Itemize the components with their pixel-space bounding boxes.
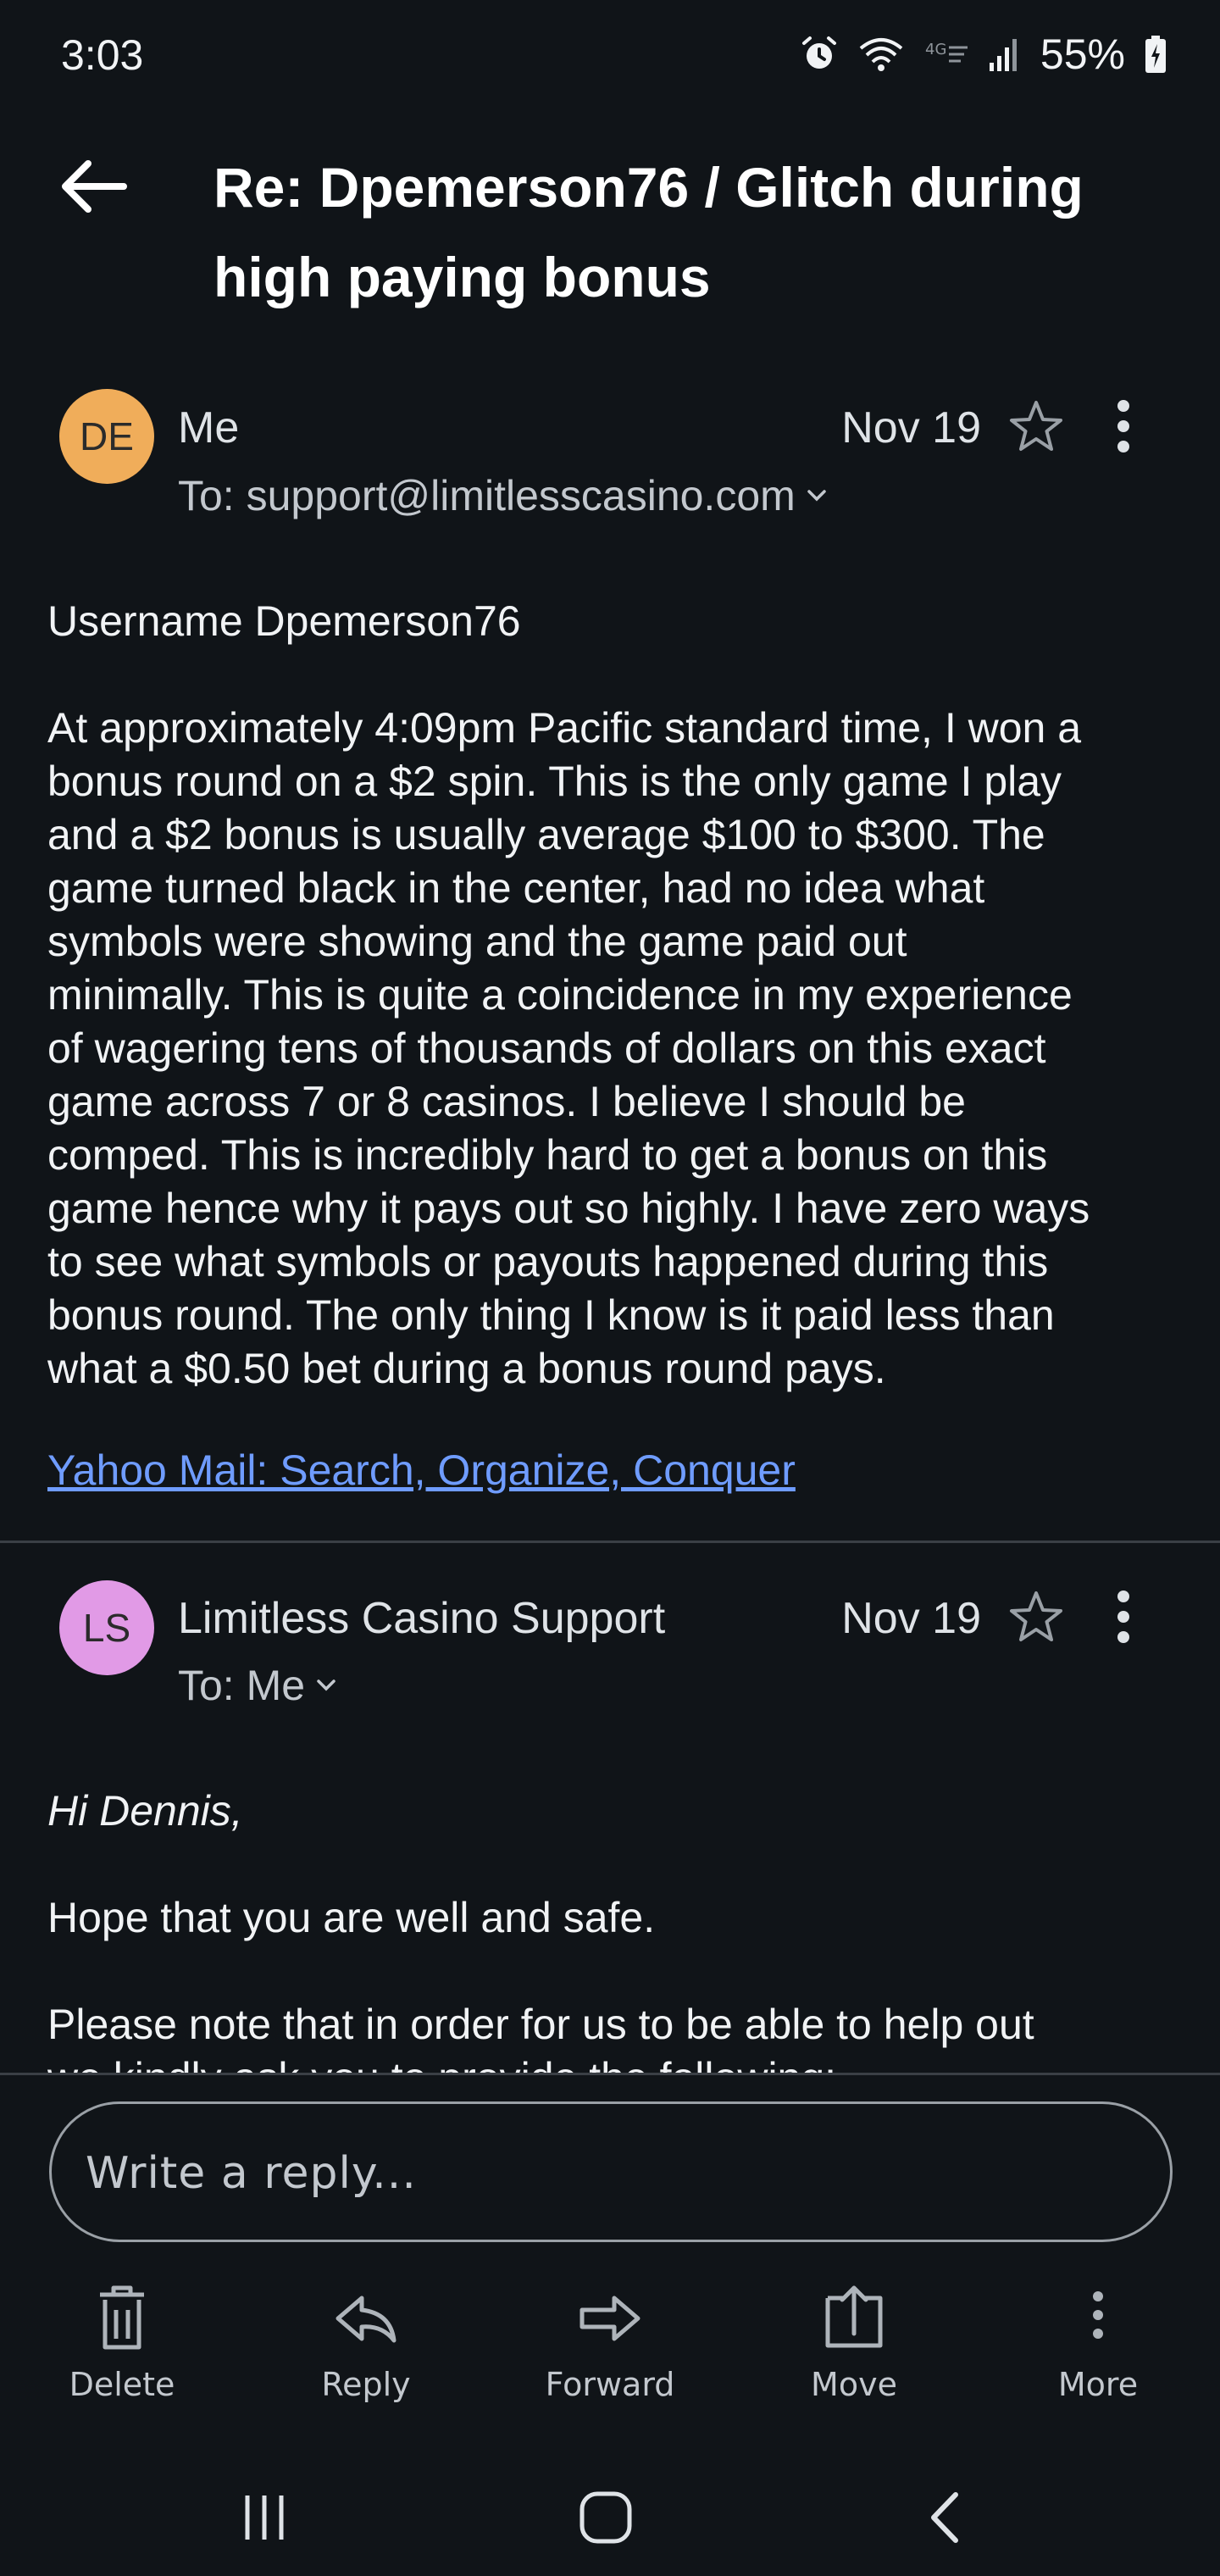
body-line: symbols were showing and the game paid o… xyxy=(47,918,907,965)
avatar[interactable]: DE xyxy=(59,389,154,484)
battery-percent: 55% xyxy=(1040,31,1125,78)
svg-text:4G: 4G xyxy=(925,41,946,58)
back-button[interactable] xyxy=(51,144,136,229)
star-button[interactable] xyxy=(1005,396,1068,458)
move-label: Move xyxy=(811,2366,897,2403)
recipient-text: To: support@limitlesscasino.com xyxy=(178,472,796,519)
recipient-text: To: Me xyxy=(178,1662,306,1709)
body-line: and a $2 bonus is usually average $100 t… xyxy=(47,811,1045,858)
action-bar: Delete Reply Forward Move More xyxy=(0,2279,1220,2415)
body-line: bonus round. The only thing I know is it… xyxy=(47,1291,1055,1339)
delete-button[interactable]: Delete xyxy=(37,2279,207,2415)
alarm-icon xyxy=(800,35,839,74)
body-line: to see what symbols or payouts happened … xyxy=(47,1238,1049,1285)
move-button[interactable]: Move xyxy=(769,2279,939,2415)
body-line: At approximately 4:09pm Pacific standard… xyxy=(47,704,1082,752)
more-button[interactable]: More xyxy=(1013,2279,1183,2415)
forward-label: Forward xyxy=(545,2366,675,2403)
chevron-down-icon xyxy=(807,490,826,502)
body-line: game across 7 or 8 casinos. I believe I … xyxy=(47,1078,966,1125)
kebab-icon xyxy=(1117,1591,1129,1643)
kebab-icon xyxy=(1093,2291,1103,2339)
subject-line-1: Re: Dpemerson76 / Glitch during xyxy=(214,156,1084,219)
chevron-left-icon xyxy=(931,2492,958,2543)
wifi-icon xyxy=(857,35,905,74)
move-icon xyxy=(825,2285,883,2348)
star-button[interactable] xyxy=(1005,1586,1068,1649)
email-subject: Re: Dpemerson76 / Glitch during high pay… xyxy=(214,142,1162,322)
system-nav-bar xyxy=(0,2454,1220,2576)
sender-name: Me xyxy=(178,403,240,452)
star-icon xyxy=(1010,401,1062,451)
star-icon xyxy=(1010,1591,1062,1641)
signal-icon xyxy=(988,36,1022,73)
forward-button[interactable]: Forward xyxy=(525,2279,695,2415)
forward-icon xyxy=(580,2296,640,2341)
lte-icon: 4G xyxy=(923,37,969,71)
message-more-button[interactable] xyxy=(1098,392,1149,460)
battery-icon xyxy=(1144,34,1167,75)
avatar[interactable]: LS xyxy=(59,1580,154,1675)
reply-input[interactable] xyxy=(86,2146,1102,2201)
recent-apps-button[interactable] xyxy=(218,2479,311,2556)
body-line: Please note that in order for us to be a… xyxy=(47,2001,1034,2048)
message-date: Nov 19 xyxy=(841,403,981,452)
home-button[interactable] xyxy=(559,2479,652,2556)
reply-box[interactable] xyxy=(49,2101,1173,2242)
trash-icon xyxy=(100,2285,144,2350)
body-line: game turned black in the center, had no … xyxy=(47,864,985,912)
arrow-left-icon xyxy=(62,160,127,213)
signature-link[interactable]: Yahoo Mail: Search, Organize, Conquer xyxy=(47,1446,796,1495)
chevron-down-icon xyxy=(317,1679,336,1691)
body-line: bonus round on a $2 spin. This is the on… xyxy=(47,758,1062,805)
body-line: comped. This is incredibly hard to get a… xyxy=(47,1131,1048,1179)
recents-icon xyxy=(245,2496,284,2540)
subject-line-2: high paying bonus xyxy=(214,246,711,308)
body-line: we kindly ask you to provide the followi… xyxy=(47,2051,1174,2074)
status-icons: 4G 55% xyxy=(800,29,1167,80)
delete-label: Delete xyxy=(69,2366,175,2403)
reply-label: Reply xyxy=(321,2366,411,2403)
message-body-visible-area: Hi Dennis, Hope that you are well and sa… xyxy=(0,1766,1220,2074)
body-greeting: Hi Dennis, xyxy=(47,1787,243,1835)
home-icon xyxy=(580,2491,632,2544)
status-bar: 3:03 4G 55% xyxy=(0,0,1220,119)
back-nav-button[interactable] xyxy=(898,2479,991,2556)
status-time: 3:03 xyxy=(61,31,144,79)
more-label: More xyxy=(1057,2366,1139,2403)
body-line: Hope that you are well and safe. xyxy=(47,1894,656,1941)
message-divider xyxy=(0,1541,1220,1543)
kebab-icon xyxy=(1117,400,1129,452)
body-username-line: Username Dpemerson76 xyxy=(47,597,521,645)
reply-icon xyxy=(336,2296,396,2343)
body-line: what a $0.50 bet during a bonus round pa… xyxy=(47,1345,886,1392)
body-line: game hence why it pays out so highly. I … xyxy=(47,1185,1090,1232)
sender-name: Limitless Casino Support xyxy=(178,1594,666,1643)
reply-button[interactable]: Reply xyxy=(281,2279,451,2415)
body-line: of wagering tens of thousands of dollars… xyxy=(47,1024,1046,1072)
reply-divider xyxy=(0,2073,1220,2075)
message-date: Nov 19 xyxy=(841,1594,981,1643)
message-body: Hi Dennis, Hope that you are well and sa… xyxy=(47,1785,1174,2074)
recipient-line[interactable]: To: support@limitlesscasino.com xyxy=(178,471,829,520)
body-line: minimally. This is quite a coincidence i… xyxy=(47,971,1073,1019)
message-more-button[interactable] xyxy=(1098,1583,1149,1651)
recipient-line[interactable]: To: Me xyxy=(178,1661,339,1710)
message-body: Username Dpemerson76 At approximately 4:… xyxy=(47,595,1174,1396)
